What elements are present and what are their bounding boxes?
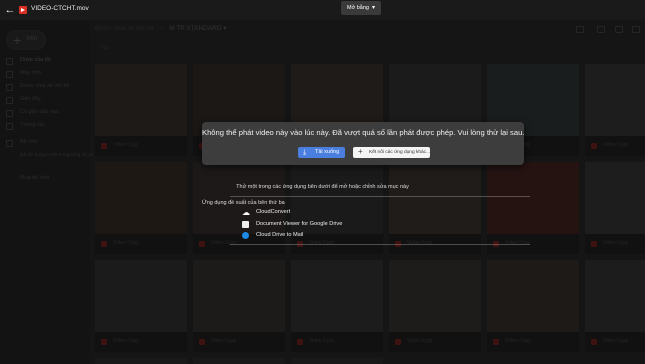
preview-topbar: ← VIDEO-CTCHT.mov Mở bằng ▾ bbox=[0, 0, 645, 20]
open-with-button[interactable]: Mở bằng ▾ bbox=[341, 1, 381, 15]
video-file-icon bbox=[19, 6, 27, 14]
cloud-icon: ☁ bbox=[242, 208, 250, 217]
download-icon: ⤓ bbox=[303, 149, 307, 156]
connect-apps-button[interactable]: + Kết nối các ứng dụng khác... bbox=[353, 147, 430, 158]
document-icon bbox=[242, 221, 249, 228]
download-label: Tải xuống bbox=[315, 149, 340, 155]
app-name: Document Viewer for Google Drive bbox=[256, 221, 343, 227]
open-with-label: Mở bằng bbox=[347, 5, 369, 11]
back-arrow-icon[interactable]: ← bbox=[3, 3, 17, 17]
error-message: Không thể phát video này vào lúc này. Đã… bbox=[202, 128, 525, 137]
try-apps-prompt: Thử một trong các ứng dụng bên dưới để m… bbox=[236, 184, 409, 190]
app-name: CloudConvert bbox=[256, 209, 291, 215]
connect-apps-label: Kết nối các ứng dụng khác... bbox=[369, 149, 431, 155]
playback-error-dialog: Không thể phát video này vào lúc này. Đã… bbox=[202, 122, 524, 165]
app-name: Cloud Drive to Mail bbox=[256, 232, 304, 238]
divider bbox=[230, 196, 530, 197]
preview-overlay bbox=[0, 0, 645, 364]
divider bbox=[230, 244, 530, 245]
download-button[interactable]: ⤓ Tải xuống bbox=[298, 147, 345, 158]
suggested-apps-heading: Ứng dụng đề xuất của bên thứ ba bbox=[202, 200, 285, 206]
file-title: VIDEO-CTCHT.mov bbox=[31, 5, 89, 12]
caret-down-icon: ▾ bbox=[372, 5, 376, 11]
plus-icon: + bbox=[358, 147, 363, 156]
mail-icon bbox=[242, 232, 249, 239]
